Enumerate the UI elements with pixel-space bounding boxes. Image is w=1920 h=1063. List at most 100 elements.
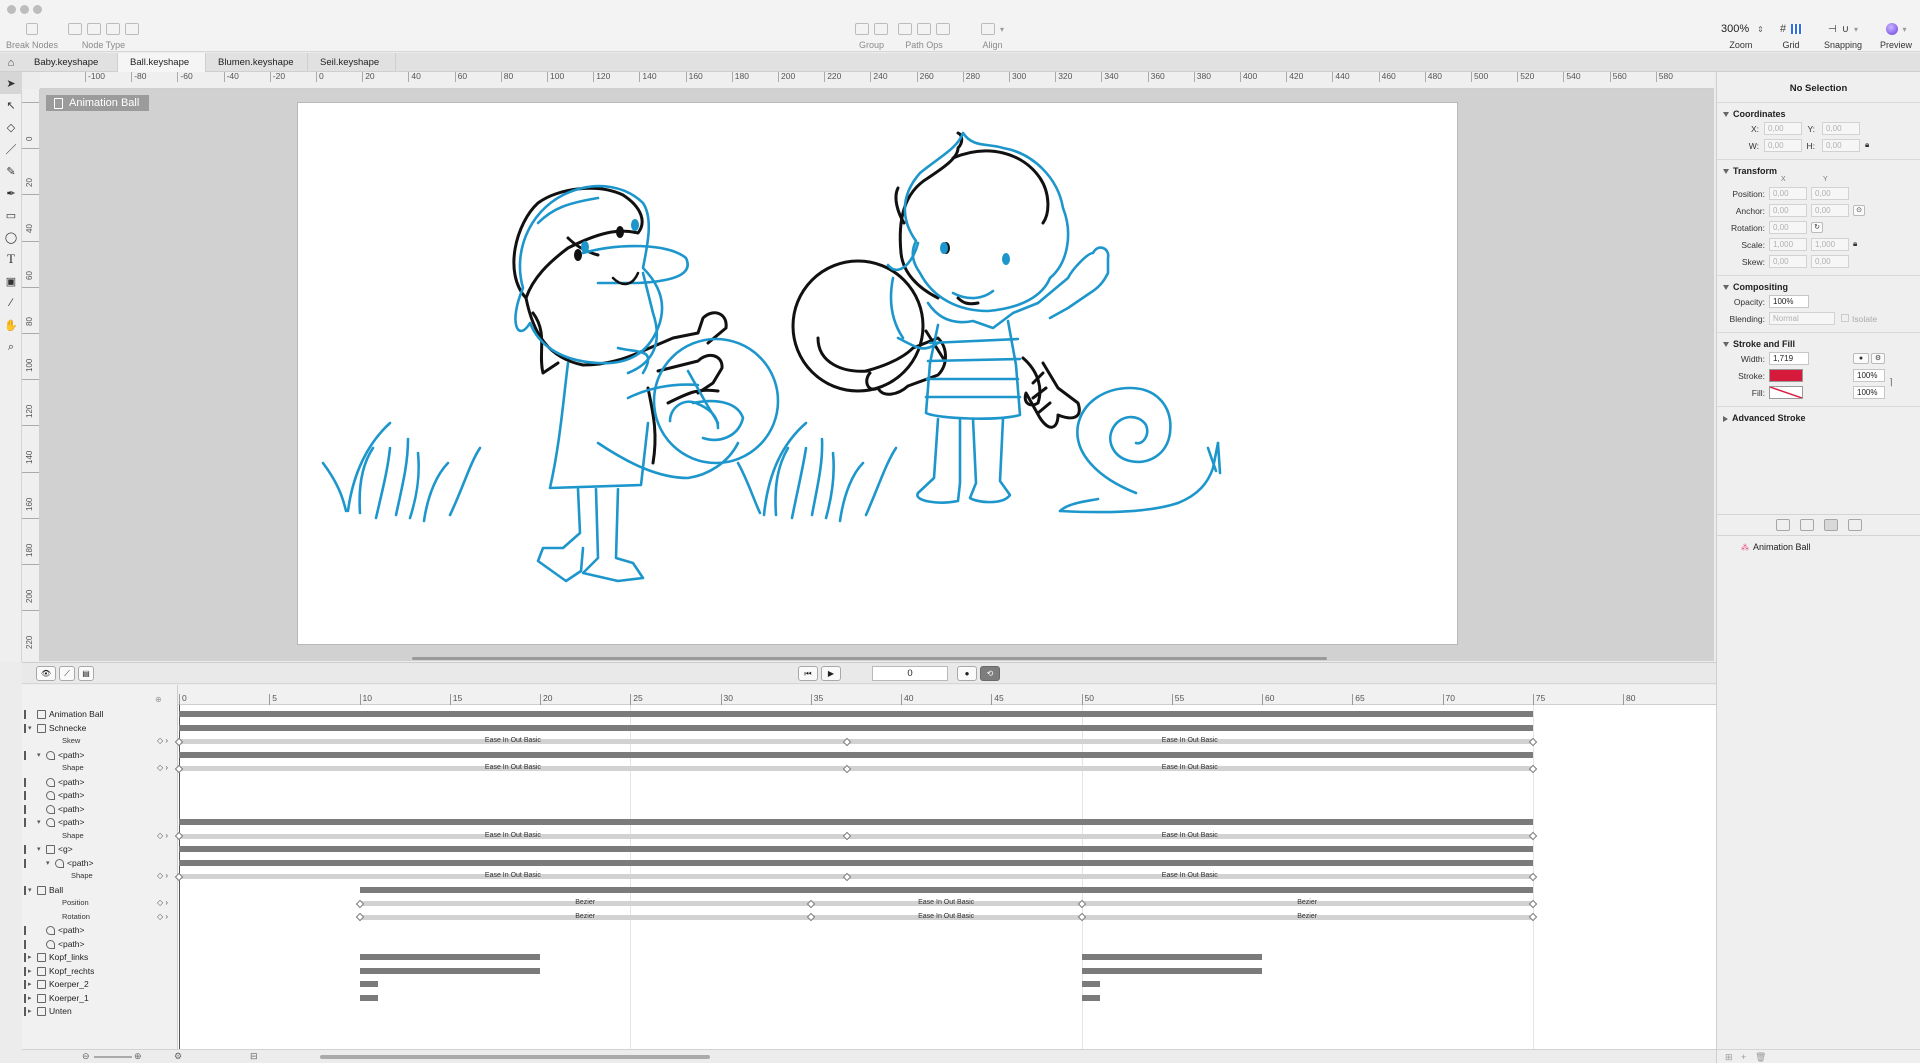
artwork-illustration[interactable] <box>298 103 1459 646</box>
grid-control[interactable]: # Grid <box>1780 20 1803 50</box>
eyedropper-tool-icon[interactable]: ⁄ <box>0 292 22 314</box>
rotation-dial-icon[interactable]: ↻ <box>1811 222 1823 233</box>
preview-icon[interactable] <box>1885 23 1898 35</box>
settings-gear-icon[interactable]: ⚙ <box>174 1051 182 1062</box>
zoom-control[interactable]: 300% ⇕ Zoom <box>1718 20 1764 50</box>
artboard[interactable] <box>297 102 1458 645</box>
stroke-opacity-field[interactable]: 100% <box>1853 369 1885 382</box>
layer-duration-bar[interactable] <box>359 886 1533 893</box>
table-icon[interactable] <box>1848 519 1862 531</box>
isolate-checkbox[interactable] <box>1841 314 1849 322</box>
hand-tool-icon[interactable]: ✋ <box>0 314 22 336</box>
layer-duration-bar[interactable] <box>359 954 540 960</box>
layer-duration-bar[interactable] <box>1081 967 1262 974</box>
timeline-layer-row[interactable]: ▾ <path> <box>22 749 178 762</box>
disclosure-open-icon[interactable]: ▾ <box>28 886 32 894</box>
home-icon[interactable]: ⌂ <box>0 53 22 72</box>
stroke-fill-header[interactable]: Stroke and Fill <box>1717 337 1920 351</box>
anchor-x-field[interactable]: 0,00 <box>1769 204 1807 217</box>
disclosure-closed-icon[interactable]: ▸ <box>28 953 32 961</box>
timeline-layer-row[interactable]: ▸ Unten <box>22 1005 178 1018</box>
layer-duration-bar[interactable] <box>359 994 378 1001</box>
zoom-value[interactable]: 300% <box>1718 22 1752 36</box>
property-interpolation-bar[interactable] <box>179 833 1533 839</box>
timeline-layer-row[interactable]: ▾ Schnecke <box>22 722 178 735</box>
keyframe-diamond[interactable] <box>1528 831 1537 841</box>
align-control[interactable]: ▾ Align <box>981 20 1004 50</box>
timeline-property-row[interactable]: Shape ◇ › <box>22 870 178 883</box>
keyframe-nav-icon[interactable]: ◇ › <box>157 763 168 772</box>
keyframe-nav-icon[interactable]: ◇ › <box>157 831 168 840</box>
timeline-layer-row[interactable]: ▸ Koerper_2 <box>22 978 178 991</box>
minimize-window-button[interactable] <box>20 5 29 14</box>
scale-x-field[interactable]: 1,000 <box>1769 238 1807 251</box>
fill-none-swatch[interactable] <box>1769 386 1803 399</box>
keyframe-diamond[interactable] <box>1528 912 1537 922</box>
timeline-layer-row[interactable]: ▸ Koerper_1 <box>22 992 178 1005</box>
add-keyframe-icon[interactable]: ⊕ <box>155 695 162 704</box>
line-tool-icon[interactable]: ／ <box>0 138 22 160</box>
timeline-layer-row[interactable]: ▾ <path> <box>22 857 178 870</box>
property-interpolation-bar[interactable] <box>179 766 1533 771</box>
stroke-width-field[interactable]: 1,719 <box>1769 352 1809 365</box>
rectangle-tool-icon[interactable]: ▭ <box>0 204 22 226</box>
path-ops-control[interactable]: Path Ops <box>898 20 950 50</box>
timeline-property-row[interactable]: Shape ◇ › <box>22 762 178 775</box>
zoom-tool-icon[interactable]: ⌕ <box>0 336 22 358</box>
canvas-horizontal-scrollbar[interactable] <box>412 657 1327 660</box>
horizontal-ruler[interactable]: -100 -80 -60 -40 -20 0 20 40 60 80 100 120 140 160 180… <box>40 72 1714 89</box>
node-type-control[interactable]: Node Type <box>68 20 139 50</box>
document-icon[interactable] <box>1800 519 1814 531</box>
anchor-y-field[interactable]: 0,00 <box>1811 204 1849 217</box>
zoom-out-icon[interactable]: ⊖ <box>82 1051 90 1062</box>
position-y-field[interactable]: 0,00 <box>1811 187 1849 200</box>
fill-opacity-field[interactable]: 100% <box>1853 386 1885 399</box>
pencil-tool-icon[interactable]: ✎ <box>0 160 22 182</box>
timeline-layer-row[interactable]: ▸ Kopf_rechts <box>22 965 178 978</box>
property-interpolation-bar[interactable] <box>179 739 1533 744</box>
keyframe-nav-icon[interactable]: ◇ › <box>157 912 168 921</box>
image-tool-icon[interactable]: ▣ <box>0 270 22 292</box>
node-add-tool-icon[interactable]: ◇ <box>0 116 22 138</box>
stroke-settings-icon[interactable]: ⚙ <box>1871 353 1885 364</box>
rotation-field[interactable]: 0,00 <box>1769 221 1807 234</box>
keyframe-nav-icon[interactable]: ◇ › <box>157 736 168 745</box>
coordinates-header[interactable]: Coordinates <box>1717 107 1920 121</box>
pen-tool-icon[interactable]: ✒ <box>0 182 22 204</box>
layer-duration-bar[interactable] <box>179 724 1533 731</box>
layer-duration-bar[interactable] <box>359 981 378 987</box>
node-select-tool-icon[interactable]: ↖ <box>0 94 22 116</box>
timeline-ruler[interactable]: 0 5 10 15 20 25 30 35 40 45 50 55 60 65 70 75 80 <box>178 685 1716 705</box>
timeline-property-row[interactable]: Shape ◇ › <box>22 830 178 843</box>
timeline-property-row[interactable]: Position ◇ › <box>22 897 178 910</box>
layer-duration-bar[interactable] <box>179 751 1533 758</box>
timeline-layer-row[interactable]: <path> <box>22 776 178 789</box>
select-tool-icon[interactable]: ➤ <box>0 72 22 94</box>
skew-x-field[interactable]: 0,00 <box>1769 255 1807 268</box>
timeline-layer-row[interactable]: ▾ Ball <box>22 884 178 897</box>
disclosure-open-icon[interactable]: ▾ <box>46 859 50 867</box>
disclosure-closed-icon[interactable]: ▸ <box>28 1007 32 1015</box>
ellipse-tool-icon[interactable]: ◯ <box>0 226 22 248</box>
timeline-layer-row[interactable]: <path> <box>22 789 178 802</box>
disclosure-closed-icon[interactable]: ▸ <box>28 980 32 988</box>
tab-blumen[interactable]: Blumen.keyshape <box>206 53 308 72</box>
layer-duration-bar[interactable] <box>359 967 540 974</box>
grid-icon[interactable]: # <box>1780 23 1786 35</box>
layer-duration-bar[interactable] <box>1081 981 1100 987</box>
skew-y-field[interactable]: 0,00 <box>1811 255 1849 268</box>
group-control[interactable]: Group <box>855 20 888 50</box>
layer-duration-bar[interactable] <box>179 711 1533 717</box>
easing-icon[interactable]: ⊟ <box>250 1051 258 1062</box>
anchor-center-icon[interactable]: ⊙ <box>1853 205 1865 216</box>
tab-seil[interactable]: Seil.keyshape <box>308 53 396 72</box>
y-field[interactable]: 0,00 <box>1822 122 1860 135</box>
list-view-icon[interactable] <box>1776 519 1790 531</box>
h-field[interactable]: 0,00 <box>1822 139 1860 152</box>
layer-duration-bar[interactable] <box>1081 954 1262 960</box>
artboard-label[interactable]: Animation Ball <box>46 95 150 111</box>
add-icon[interactable]: + <box>1741 1052 1746 1062</box>
timeline-layer-row[interactable]: <path> <box>22 924 178 937</box>
zoom-window-button[interactable] <box>33 5 42 14</box>
canvas-area[interactable]: Animation Ball <box>40 89 1714 661</box>
